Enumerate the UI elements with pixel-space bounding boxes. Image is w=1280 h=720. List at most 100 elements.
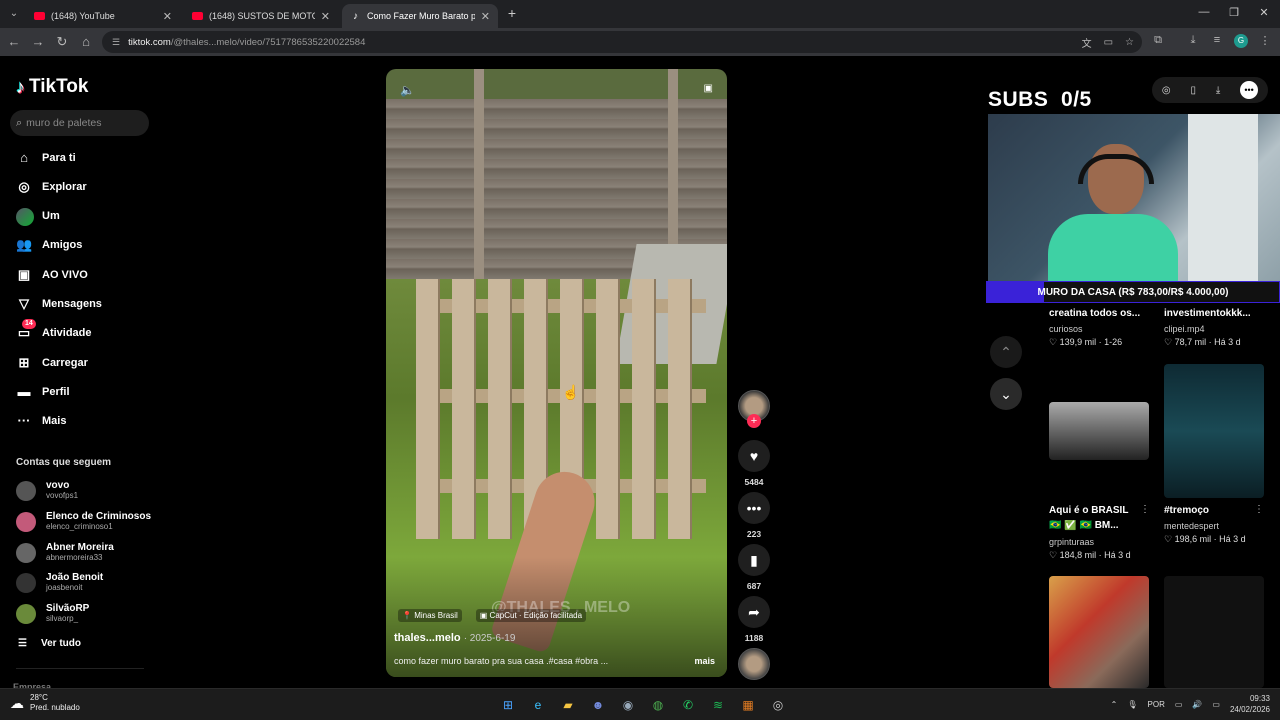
nav-live[interactable]: ▣ AO VIVO [16, 265, 88, 285]
card-author[interactable]: mentedespert [1164, 521, 1219, 531]
spotify-icon[interactable]: ≋ [708, 695, 728, 715]
restore-icon[interactable]: ❐ [1226, 6, 1242, 19]
bookmark-star-icon[interactable]: ☆ [1125, 37, 1134, 48]
new-tab-icon[interactable]: + [504, 5, 520, 21]
card-title[interactable]: Aqui é o BRASIL [1049, 505, 1129, 516]
cast-icon[interactable]: ▭ [1104, 37, 1113, 48]
home-icon[interactable]: ⌂ [78, 34, 94, 50]
steam-icon[interactable]: ◉ [618, 695, 638, 715]
tab-search-icon[interactable]: ⌄ [6, 6, 22, 22]
reload-icon[interactable]: ↻ [54, 34, 70, 50]
comment-icon: ••• [738, 492, 770, 524]
url-bar[interactable]: ☰ tiktok.com /@thales...melo/video/75177… [102, 31, 1142, 53]
volume-icon[interactable]: 🔈 [400, 83, 415, 97]
like-button[interactable]: ♥ 5484 [738, 440, 770, 487]
reading-list-icon[interactable]: ≡ [1209, 34, 1225, 46]
forward-icon[interactable]: → [30, 34, 46, 50]
whatsapp-icon[interactable]: ✆ [678, 695, 698, 715]
card-more-icon[interactable]: ⋮ [1254, 504, 1264, 515]
close-tab-icon[interactable]: ✕ [481, 10, 490, 23]
browser-menu-icon[interactable]: ⋮ [1257, 34, 1273, 47]
follow-plus-icon[interactable]: + [747, 414, 761, 428]
close-tab-icon[interactable]: ✕ [163, 10, 172, 23]
card-title[interactable]: investimentokkk... [1164, 308, 1254, 319]
site-info-icon[interactable]: ☰ [112, 37, 120, 48]
location-tag[interactable]: 📍 Minas Brasil [398, 609, 462, 622]
nav-upload[interactable]: ⊞ Carregar [16, 353, 88, 373]
minimize-icon[interactable]: — [1196, 6, 1212, 18]
nav-um[interactable]: Um [16, 206, 60, 226]
file-explorer-icon[interactable]: ▰ [558, 695, 578, 715]
search-box[interactable]: ⌕ [10, 110, 149, 136]
card-author[interactable]: curiosos [1049, 324, 1083, 334]
explore-icon[interactable]: ◎ [1162, 85, 1171, 96]
extensions-icon[interactable]: ⧉ [1150, 34, 1166, 47]
picture-in-picture-icon[interactable]: ▣ [704, 83, 713, 94]
network-icon[interactable]: ▭ [1175, 700, 1183, 709]
video-thumbnail[interactable] [1049, 576, 1149, 688]
obs-icon[interactable]: ◎ [768, 695, 788, 715]
capcut-tag[interactable]: ▣ CapCut · Edição facilitada [475, 609, 587, 622]
comment-button[interactable]: ••• 223 [738, 492, 770, 539]
battery-icon[interactable]: ▭ [1212, 700, 1220, 709]
following-account[interactable]: SilvãoRP silvaorp_ [16, 603, 89, 624]
weather-widget[interactable]: ☁ 28°C Pred. nublado [10, 693, 80, 713]
following-account[interactable]: João Benoit joasbenoit [16, 572, 103, 593]
following-account[interactable]: Elenco de Criminosos elenco_criminoso1 [16, 511, 151, 532]
card-title[interactable]: #tremoço [1164, 505, 1244, 516]
next-video-button[interactable]: ⌄ [990, 378, 1022, 410]
tiktok-logo[interactable]: ♪ TikTok [16, 76, 88, 98]
close-tab-icon[interactable]: ✕ [321, 10, 330, 23]
card-meta: ♡ 78,7 mil · Há 3 d [1164, 337, 1241, 347]
browser-tab[interactable]: (1648) SUSTOS DE MOTO (EP. 2 ✕ [184, 4, 338, 28]
nav-profile[interactable]: ▬ Perfil [16, 382, 70, 402]
download-icon[interactable]: ⤓ [1185, 34, 1201, 47]
nav-activity[interactable]: ▭ 14 Atividade [16, 319, 92, 343]
description-more-button[interactable]: mais [694, 656, 715, 666]
tray-chevron-icon[interactable]: ⌃ [1111, 700, 1118, 709]
video-author[interactable]: thales...melo · 2025-6-19 [394, 632, 515, 644]
browser-tab-active[interactable]: ♪ Como Fazer Muro Barato para ✕ [342, 4, 498, 28]
nav-messages[interactable]: ▽ Mensagens [16, 294, 102, 314]
search-icon: ⌕ [16, 116, 23, 129]
share-button[interactable]: ➦ 1188 [738, 596, 770, 643]
avatar [16, 542, 36, 563]
video-thumbnail[interactable] [1049, 402, 1149, 460]
previous-video-button[interactable]: ⌃ [990, 336, 1022, 368]
edge-icon[interactable]: e [528, 695, 548, 715]
nav-explore[interactable]: ◎ Explorar [16, 177, 86, 197]
card-author[interactable]: grpinturaas [1049, 537, 1094, 547]
following-account[interactable]: Abner Moreira abnermoreira33 [16, 542, 114, 563]
clock[interactable]: 09:33 24/02/2026 [1230, 693, 1270, 715]
translate-icon[interactable]: 文 [1082, 35, 1092, 50]
see-all-button[interactable]: ☰ Ver tudo [18, 638, 81, 649]
discord-icon[interactable]: ☻ [588, 695, 608, 715]
nav-for-you[interactable]: ⌂ Para ti [16, 148, 76, 168]
mic-icon[interactable]: 🎙 [1127, 700, 1137, 709]
card-title[interactable]: creatina todos os... [1049, 308, 1141, 319]
chrome-icon[interactable]: ◍ [648, 695, 668, 715]
language-indicator[interactable]: POR [1148, 700, 1165, 709]
device-icon[interactable]: ▯ [1190, 85, 1196, 96]
video-thumbnail[interactable] [1164, 364, 1264, 498]
following-account[interactable]: vovo vovofps1 [16, 480, 78, 501]
download-icon[interactable]: ⤓ [1216, 85, 1220, 96]
app-icon[interactable]: ▦ [738, 695, 758, 715]
nav-friends[interactable]: 👥 Amigos [16, 235, 82, 255]
save-button[interactable]: ▮ 687 [738, 544, 770, 591]
video-thumbnail[interactable] [1164, 576, 1264, 688]
headphones-icon [1078, 154, 1154, 184]
close-window-icon[interactable]: ✕ [1256, 6, 1272, 19]
volume-icon[interactable]: 🔊 [1192, 700, 1202, 709]
card-more-icon[interactable]: ⋮ [1140, 504, 1150, 515]
browser-tab[interactable]: (1648) YouTube ✕ [26, 4, 180, 28]
music-disc-icon[interactable] [738, 648, 770, 680]
card-author[interactable]: clipei.mp4 [1164, 324, 1205, 334]
search-input[interactable] [26, 117, 137, 129]
start-icon[interactable]: ⊞ [498, 695, 518, 715]
profile-avatar[interactable]: G [1234, 34, 1248, 48]
nav-more[interactable]: ··· Mais [16, 411, 67, 431]
video-player[interactable]: 🔈 ▣ @THALES . MELO 📍 Minas Brasil ▣ CapC… [386, 69, 727, 677]
more-options-icon[interactable]: ••• [1240, 81, 1259, 99]
back-icon[interactable]: ← [6, 34, 22, 50]
